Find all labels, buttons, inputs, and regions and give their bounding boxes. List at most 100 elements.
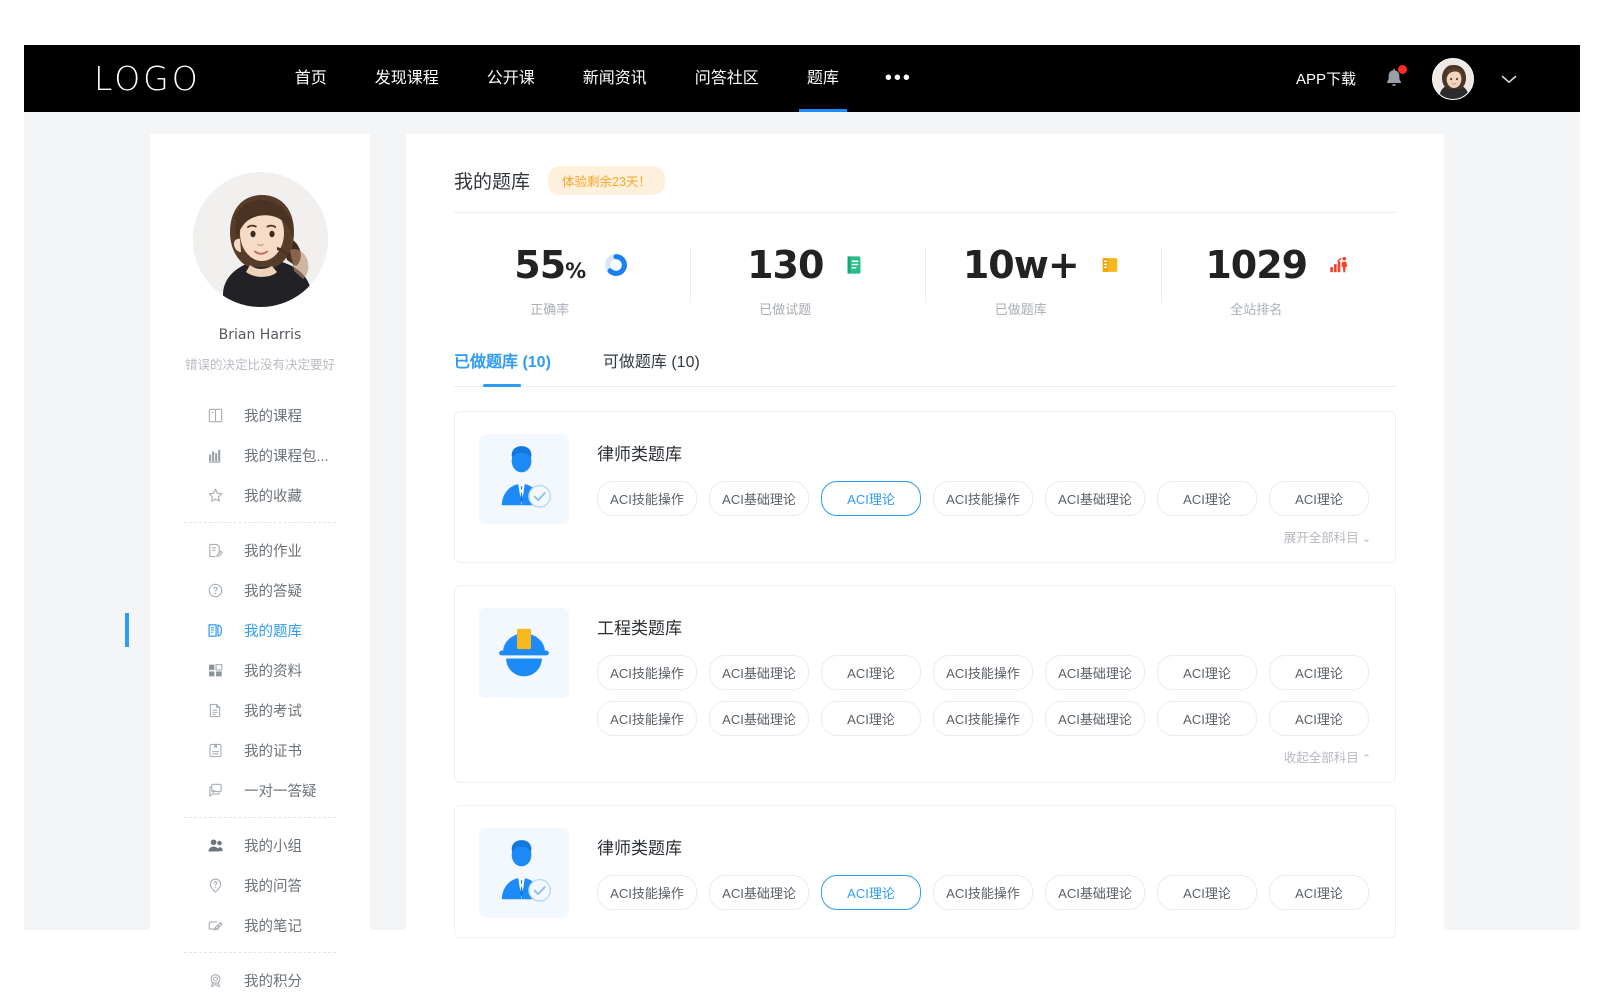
sidebar-item-3[interactable]: 我的收藏 — [150, 475, 370, 515]
book-icon — [206, 406, 224, 424]
nav-item-label: 题库 — [807, 70, 839, 87]
stats-row: 55%正确率130已做试题10w+已做题库1029全站排名 — [454, 213, 1396, 318]
tab-2[interactable]: 可做题库 (10) — [603, 348, 700, 386]
subject-tag[interactable]: ACI技能操作 — [933, 481, 1033, 516]
profile-avatar[interactable] — [193, 172, 328, 307]
subject-tag[interactable]: ACI技能操作 — [597, 655, 697, 690]
question-bank-icon — [206, 621, 224, 639]
nav-item-3[interactable]: 公开课 — [463, 45, 559, 112]
page-body: Brian Harris 错误的决定比没有决定要好 我的课程我的课程包...我的… — [24, 112, 1580, 930]
question-bank-card[interactable]: 律师类题库ACI技能操作ACI基础理论ACI理论ACI技能操作ACI基础理论AC… — [454, 805, 1396, 938]
question-bank-card[interactable]: 工程类题库ACI技能操作ACI基础理论ACI理论ACI技能操作ACI基础理论AC… — [454, 585, 1396, 783]
profile-motto: 错误的决定比没有决定要好 — [150, 354, 370, 373]
sidebar-item-label: 我的积分 — [244, 970, 302, 991]
sidebar-item-label: 我的课程包... — [244, 445, 329, 466]
sidebar-divider — [184, 522, 336, 523]
sidebar-item-label: 我的证书 — [244, 740, 302, 761]
nav-item-1[interactable]: 首页 — [271, 45, 351, 112]
stat-card-2: 130已做试题 — [690, 239, 926, 318]
stat-suffix: % — [565, 259, 585, 283]
sidebar-item-6[interactable]: 我的题库 — [150, 610, 370, 650]
group-icon — [206, 836, 224, 854]
sidebar-item-label: 我的考试 — [244, 700, 302, 721]
subject-tag[interactable]: ACI理论 — [1157, 875, 1257, 910]
site-logo[interactable]: LOGO — [94, 59, 201, 98]
expand-subjects-label: 收起全部科目 — [1284, 751, 1359, 765]
subject-tag[interactable]: ACI理论 — [1269, 875, 1369, 910]
notification-badge-dot — [1398, 65, 1407, 74]
subject-tag[interactable]: ACI基础理论 — [1045, 481, 1145, 516]
subject-tag[interactable]: ACI技能操作 — [597, 481, 697, 516]
subject-tag[interactable]: ACI理论 — [1157, 481, 1257, 516]
subject-tag-row: ACI技能操作 ACI基础理论 ACI理论 ACI技能操作 ACI基础理论 ACI理论 AC… — [597, 875, 1371, 910]
chevron-icon: ⌃ — [1362, 753, 1371, 765]
stat-card-3: 10w+已做题库 — [925, 239, 1161, 318]
subject-tag[interactable]: ACI基础理论 — [709, 701, 809, 736]
nav-more-icon[interactable]: ••• — [863, 45, 934, 112]
subject-tag[interactable]: ACI基础理论 — [709, 481, 809, 516]
subject-tags: ACI技能操作 ACI基础理论 ACI理论 ACI技能操作 ACI基础理论 ACI理论 AC… — [597, 481, 1371, 516]
nav-item-label: 首页 — [295, 70, 327, 87]
sidebar-item-14[interactable]: 我的积分 — [150, 960, 370, 1000]
subject-tag[interactable]: ACI技能操作 — [597, 701, 697, 736]
nav-item-6[interactable]: 题库 — [783, 45, 863, 112]
sidebar-item-4[interactable]: 我的作业 — [150, 530, 370, 570]
sidebar: Brian Harris 错误的决定比没有决定要好 我的课程我的课程包...我的… — [150, 134, 370, 947]
app-download-link[interactable]: APP下载 — [1296, 68, 1356, 89]
nav-item-4[interactable]: 新闻资讯 — [559, 45, 671, 112]
sidebar-item-11[interactable]: 我的小组 — [150, 825, 370, 865]
sidebar-item-2[interactable]: 我的课程包... — [150, 435, 370, 475]
subject-tag[interactable]: ACI理论 — [1269, 701, 1369, 736]
stat-number: 130 — [747, 243, 823, 287]
sidebar-menu: 我的课程我的课程包... 我的收藏我的作业我的答疑我的题库我的资料我的考试我的证书… — [150, 395, 370, 1000]
subject-tag[interactable]: ACI基础理论 — [1045, 655, 1145, 690]
subject-tag[interactable]: ACI技能操作 — [933, 701, 1033, 736]
content-tabs: 已做题库 (10) 可做题库 (10) — [454, 348, 1396, 387]
stat-value: 1029 — [1205, 243, 1307, 287]
main-nav: 首页 发现课程公开课 新闻资讯 问答社区 题库 — [271, 45, 863, 112]
nav-item-label: 新闻资讯 — [583, 70, 647, 87]
sidebar-item-10[interactable]: 一对一答疑 — [150, 770, 370, 810]
stat-value: 130 — [747, 243, 823, 287]
sidebar-item-1[interactable]: 我的课程 — [150, 395, 370, 435]
subject-tag[interactable]: ACI基础理论 — [709, 655, 809, 690]
subject-tag[interactable]: ACI理论 — [1157, 655, 1257, 690]
subject-tag[interactable]: ACI理论 — [821, 701, 921, 736]
nav-item-2[interactable]: 发现课程 — [351, 45, 463, 112]
subject-tag[interactable]: ACI基础理论 — [1045, 875, 1145, 910]
avatar[interactable] — [1432, 58, 1474, 100]
subject-tag[interactable]: ACI理论 — [821, 655, 921, 690]
expand-subjects-toggle[interactable]: 展开全部科目⌄ — [597, 527, 1371, 546]
stat-number: 1029 — [1205, 243, 1307, 287]
sidebar-item-5[interactable]: 我的答疑 — [150, 570, 370, 610]
subject-tag[interactable]: ACI技能操作 — [597, 875, 697, 910]
sidebar-item-12[interactable]: 我的问答 — [150, 865, 370, 905]
stat-value: 55% — [514, 243, 585, 287]
sidebar-item-label: 我的笔记 — [244, 915, 302, 936]
subject-tag[interactable]: ACI理论 — [821, 875, 921, 910]
sidebar-item-13[interactable]: 我的笔记 — [150, 905, 370, 945]
subject-tag[interactable]: ACI基础理论 — [1045, 701, 1145, 736]
subject-tag[interactable]: ACI基础理论 — [709, 875, 809, 910]
subject-tag[interactable]: ACI理论 — [1269, 481, 1369, 516]
sidebar-item-8[interactable]: 我的考试 — [150, 690, 370, 730]
package-chart-icon — [206, 446, 224, 464]
question-bank-card[interactable]: 律师类题库ACI技能操作ACI基础理论ACI理论ACI技能操作ACI基础理论AC… — [454, 411, 1396, 563]
notification-bell-button[interactable] — [1382, 66, 1406, 92]
tab-1[interactable]: 已做题库 (10) — [454, 348, 551, 386]
nav-item-5[interactable]: 问答社区 — [671, 45, 783, 112]
sidebar-item-label: 我的小组 — [244, 835, 302, 856]
subject-tag[interactable]: ACI技能操作 — [933, 655, 1033, 690]
certificate-icon — [206, 741, 224, 759]
subject-tag[interactable]: ACI理论 — [821, 481, 921, 516]
subject-tag[interactable]: ACI理论 — [1157, 701, 1257, 736]
subject-tag[interactable]: ACI技能操作 — [933, 875, 1033, 910]
subject-tag[interactable]: ACI理论 — [1269, 655, 1369, 690]
ranking-icon — [1325, 252, 1351, 278]
sidebar-item-label: 我的问答 — [244, 875, 302, 896]
sidebar-item-7[interactable]: 我的资料 — [150, 650, 370, 690]
card-body: 工程类题库ACI技能操作ACI基础理论ACI理论ACI技能操作ACI基础理论AC… — [597, 608, 1371, 766]
sidebar-item-9[interactable]: 我的证书 — [150, 730, 370, 770]
expand-subjects-toggle[interactable]: 收起全部科目⌃ — [597, 747, 1371, 766]
chevron-down-icon[interactable] — [1500, 73, 1518, 85]
